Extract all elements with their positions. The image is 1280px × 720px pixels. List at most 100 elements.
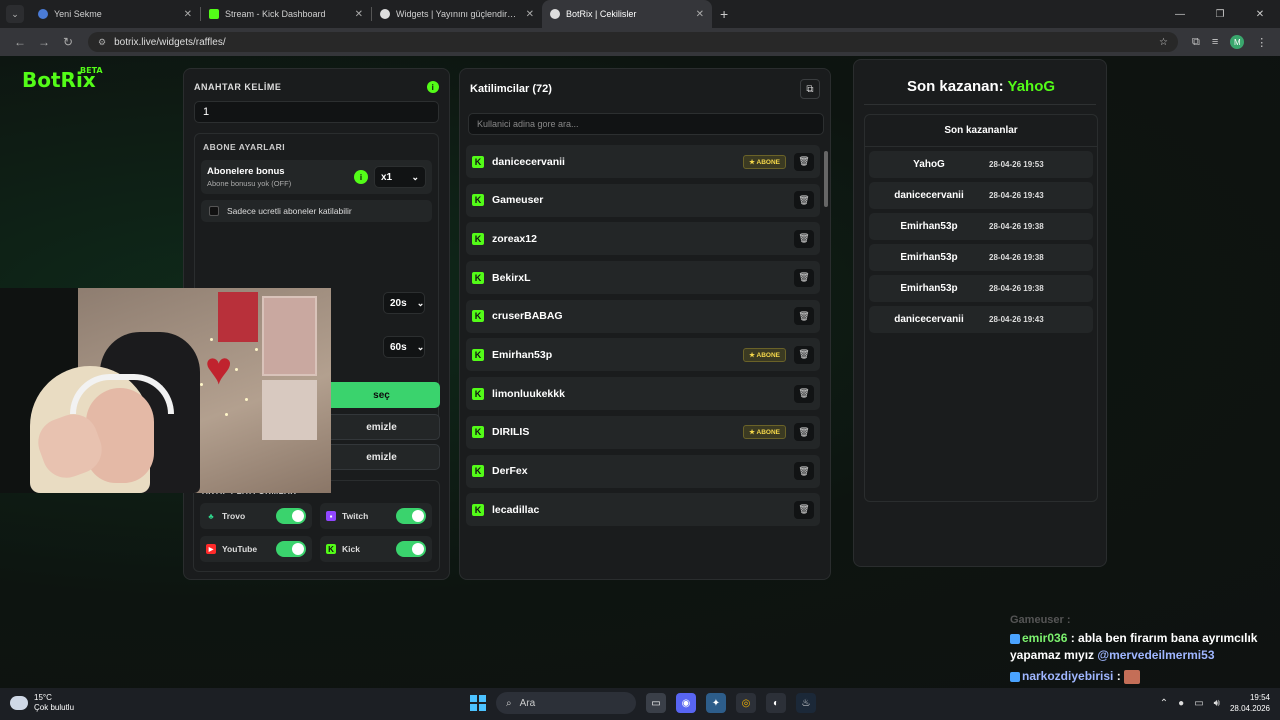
bookmark-star-icon[interactable]: ☆ — [1159, 37, 1168, 48]
trash-icon[interactable]: 🗑︎ — [794, 191, 814, 210]
kick-icon: K — [326, 544, 336, 554]
subs-only-checkbox[interactable] — [209, 206, 219, 216]
tab-widgets[interactable]: Widgets | Yayınını güçlendirmek ✕ — [372, 0, 542, 28]
fairy-light — [245, 398, 248, 401]
steam-icon[interactable]: ♨ — [796, 693, 816, 713]
chat-message: emir036 : abla ben firarım bana ayrımcıl… — [1010, 630, 1280, 664]
info-icon[interactable]: i — [427, 81, 439, 93]
tab-kick-dashboard[interactable]: Stream - Kick Dashboard ✕ — [201, 0, 371, 28]
tab-search-button[interactable]: ⌄ — [6, 5, 24, 23]
tab-title: Yeni Sekme — [54, 9, 102, 19]
chrome-icon[interactable]: ◎ — [736, 693, 756, 713]
close-icon[interactable]: ✕ — [355, 9, 363, 20]
volume-icon[interactable]: 🔊︎ — [1214, 698, 1220, 709]
extensions-icon[interactable]: ⧉ — [1192, 36, 1200, 49]
cloud-icon — [10, 696, 28, 710]
tab-yeni-sekme[interactable]: Yeni Sekme ✕ — [30, 0, 200, 28]
last-winner-name: YahoG — [1007, 78, 1056, 95]
media-icon[interactable]: ≡ — [1212, 36, 1218, 48]
taskbar-search[interactable]: ⌕ Ara — [496, 692, 636, 714]
kick-toggle[interactable] — [396, 541, 426, 557]
participant-row: K Gameuser 🗑︎ — [466, 183, 820, 217]
close-window-icon[interactable]: ✕ — [1240, 9, 1280, 20]
wall-poster — [262, 296, 317, 376]
trash-icon[interactable]: 🗑︎ — [794, 423, 814, 442]
trash-icon[interactable]: 🗑︎ — [794, 229, 814, 248]
winner-date: 28-04-26 19:43 — [989, 315, 1044, 324]
chat-emote — [1124, 669, 1141, 684]
kick-icon: K — [472, 348, 484, 361]
network-icon[interactable]: ▭ — [1194, 698, 1203, 709]
site-info-icon[interactable]: ⚙ — [98, 37, 106, 48]
system-tray: ⌃ ● ▭ 🔊︎ 19:54 28.04.2026 — [1160, 692, 1270, 714]
trovo-icon: ♣ — [208, 511, 214, 521]
last-winner-heading: Son kazanan: YahoG — [854, 78, 1108, 95]
kick-icon: K — [472, 232, 484, 245]
winner-name: Emirhan53p — [900, 252, 958, 263]
weather-widget[interactable]: 15°C Çok bulutlu — [10, 693, 74, 713]
back-icon[interactable]: ← — [8, 35, 32, 49]
participant-search-input[interactable]: Kullanici adina gore ara... — [468, 113, 824, 135]
clock[interactable]: 19:54 28.04.2026 — [1230, 692, 1270, 714]
keyword-label-row: ANAHTAR KELİME i — [194, 81, 439, 93]
close-icon[interactable]: ✕ — [526, 9, 534, 20]
button-label: emizle — [366, 451, 397, 463]
app-icon[interactable]: ✦ — [706, 693, 726, 713]
trash-icon[interactable]: 🗑︎ — [794, 345, 814, 364]
bonus-multiplier-select[interactable]: x1 ⌄ — [374, 166, 426, 188]
discord-icon[interactable]: ◉ — [676, 693, 696, 713]
scrollbar[interactable] — [824, 145, 828, 575]
participants-panel: Katilimcilar (72) ⧉ Kullanici adina gore… — [459, 68, 831, 580]
recent-winners-list: YahoG 28-04-26 19:53 danicecervanii 28-04-2… — [865, 151, 1097, 333]
timer-select-1[interactable]: 20s ⌄ — [383, 292, 425, 314]
reload-icon[interactable]: ↻ — [56, 35, 80, 49]
scrollbar-thumb[interactable] — [824, 151, 828, 207]
search-label: Ara — [519, 697, 536, 709]
youtube-icon: ▶ — [206, 544, 216, 554]
profile-avatar[interactable]: M — [1230, 35, 1245, 49]
platform-trovo: ♣ Trovo — [200, 503, 312, 529]
trash-icon[interactable]: 🗑︎ — [794, 307, 814, 326]
platforms-section: AKTİF PLATFORMLAR ♣ Trovo ▪ Twitch ▶ You… — [193, 480, 440, 572]
info-icon[interactable]: i — [354, 170, 368, 184]
temperature: 15°C — [34, 693, 52, 702]
chat-username: emir036 — [1022, 631, 1068, 645]
close-icon[interactable]: ✕ — [184, 9, 192, 20]
trash-icon[interactable]: 🗑︎ — [794, 152, 814, 171]
restore-icon[interactable]: ❐ — [1200, 9, 1240, 20]
tab-botrix-cekilisler[interactable]: BotRix | Cekilisler ✕ — [542, 0, 712, 28]
botrix-logo[interactable]: BotRix BETA — [22, 66, 103, 92]
task-view-icon[interactable]: ▭ — [646, 693, 666, 713]
minimize-icon[interactable]: — — [1160, 9, 1200, 20]
winner-date: 28-04-26 19:43 — [989, 191, 1044, 200]
close-icon[interactable]: ✕ — [696, 9, 704, 20]
participant-row: Klecadillac 🗑︎ — [466, 493, 820, 527]
youtube-toggle[interactable] — [276, 541, 306, 557]
globe-icon — [38, 9, 48, 19]
windows-start-icon[interactable] — [470, 695, 486, 711]
chat-faded-line: Gameuser : — [1010, 614, 1071, 626]
sub-settings-title: ABONE AYARLARI — [203, 142, 286, 152]
trovo-toggle[interactable] — [276, 508, 306, 524]
keyword-input[interactable]: 1 — [194, 101, 439, 123]
new-tab-button[interactable]: + — [720, 6, 728, 22]
winners-panel: Son kazanan: YahoG Son kazananlar YahoG 2… — [853, 59, 1107, 567]
app-icon[interactable]: ◐ — [766, 693, 786, 713]
twitch-toggle[interactable] — [396, 508, 426, 524]
trash-icon[interactable]: 🗑︎ — [794, 268, 814, 287]
timer-select-2[interactable]: 60s ⌄ — [383, 336, 425, 358]
trash-icon[interactable]: 🗑︎ — [794, 384, 814, 403]
participant-name: Gameuser — [492, 194, 544, 207]
trash-icon[interactable]: 🗑︎ — [794, 462, 814, 480]
winner-row: Emirhan53p 28-04-26 19:38 — [869, 213, 1093, 240]
trash-icon[interactable]: 🗑︎ — [794, 500, 814, 519]
subs-only-row[interactable]: Sadece ucretli aboneler katilabilir — [201, 200, 432, 222]
forward-icon[interactable]: → — [32, 35, 56, 49]
url-field[interactable]: ⚙ botrix.live/widgets/raffles/ ☆ — [88, 32, 1178, 52]
menu-kebab-icon[interactable]: ⋮ — [1256, 36, 1267, 49]
participant-row: K DIRILIS ★ ABONE 🗑︎ — [466, 415, 820, 449]
copy-icon[interactable]: ⧉ — [800, 79, 820, 99]
chevron-up-icon[interactable]: ⌃ — [1160, 698, 1168, 709]
search-icon: ⌕ — [506, 697, 512, 709]
microphone-icon[interactable]: ● — [1178, 698, 1184, 709]
